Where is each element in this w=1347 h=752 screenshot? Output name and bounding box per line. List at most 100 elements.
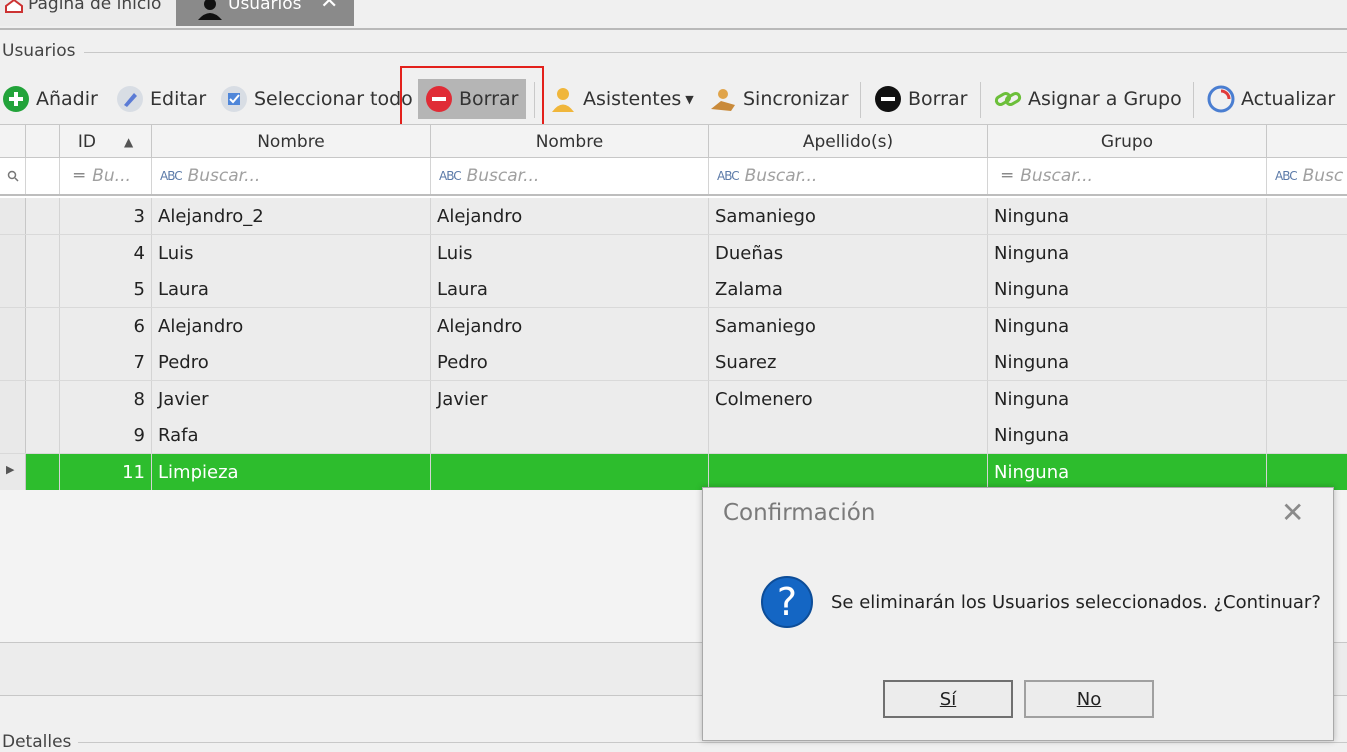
table-row[interactable]: 7 Pedro Pedro Suarez Ninguna (0, 344, 1347, 381)
tab-home[interactable]: Página de inicio (0, 0, 176, 26)
column-header-id[interactable]: ID ▲ (60, 125, 152, 159)
add-button[interactable]: Añadir (2, 76, 98, 122)
link-icon (994, 85, 1022, 113)
cell-grupo: Ninguna (988, 454, 1267, 490)
filter-grupo-input[interactable]: ═ Buscar... (988, 158, 1267, 194)
cell-extra (1267, 344, 1347, 380)
assistants-dropdown[interactable]: Asistentes ▼ (549, 76, 694, 122)
delete-black-button[interactable]: Borrar (874, 76, 967, 122)
annotation-highlight-box (400, 66, 544, 131)
filter-check-cell (26, 158, 60, 194)
add-icon (2, 85, 30, 113)
edit-label: Editar (150, 88, 207, 110)
column-grupo-label: Grupo (1100, 132, 1154, 152)
table-row[interactable]: 5 Laura Laura Zalama Ninguna (0, 271, 1347, 308)
cell-grupo: Ninguna (988, 381, 1267, 417)
cell-id: 8 (60, 381, 152, 417)
column-header-grupo[interactable]: Grupo (988, 125, 1267, 159)
row-indicator: ▶ (0, 454, 26, 490)
edit-icon (116, 85, 144, 113)
yes-button[interactable]: Sí (883, 680, 1013, 718)
column-apellidos-label: Apellido(s) (802, 132, 894, 152)
group-title: Usuarios (2, 41, 76, 61)
toolbar-separator (860, 82, 861, 118)
details-title: Detalles (2, 732, 72, 752)
column-header-extra[interactable] (1267, 125, 1347, 159)
cell-id: 6 (60, 308, 152, 344)
row-check-cell (26, 308, 60, 344)
table-row[interactable]: 9 Rafa Ninguna (0, 417, 1347, 454)
table-row[interactable]: 8 Javier Javier Colmenero Ninguna (0, 381, 1347, 418)
cell-apellidos: Suarez (709, 344, 988, 380)
assign-group-button[interactable]: Asignar a Grupo (994, 76, 1182, 122)
tab-bar: Página de inicio Usuarios ✕ (0, 0, 1347, 30)
filter-nombre-usuario-input[interactable]: ABC Buscar... (152, 158, 431, 194)
row-indicator (0, 308, 26, 344)
no-button[interactable]: No (1024, 680, 1154, 718)
cell-grupo: Ninguna (988, 271, 1267, 307)
cell-nombre-usuario: Alejandro_2 (152, 198, 431, 234)
sync-icon (709, 85, 737, 113)
tab-users-label: Usuarios (228, 0, 302, 14)
text-filter-icon: ABC (439, 169, 462, 183)
home-icon (4, 0, 24, 17)
column-header-nombre[interactable]: Nombre (431, 125, 709, 159)
cell-nombre: Laura (431, 271, 709, 307)
details-divider (78, 742, 1347, 743)
cell-extra (1267, 235, 1347, 271)
row-indicator (0, 198, 26, 234)
filter-extra-input[interactable]: ABC Busc (1267, 158, 1347, 194)
tab-users[interactable]: Usuarios ✕ (176, 0, 354, 26)
edit-button[interactable]: Editar (116, 76, 206, 122)
question-icon: ? (761, 576, 813, 628)
sync-button[interactable]: Sincronizar (709, 76, 849, 122)
cell-grupo: Ninguna (988, 344, 1267, 380)
table-row[interactable]: 3 Alejandro_2 Alejandro Samaniego Ningun… (0, 198, 1347, 235)
cell-id: 4 (60, 235, 152, 271)
row-indicator (0, 235, 26, 271)
cell-extra (1267, 271, 1347, 307)
column-header-nombre-usuario[interactable]: Nombre (152, 125, 431, 159)
row-indicator (0, 344, 26, 380)
search-icon (0, 158, 26, 194)
row-check-cell (26, 235, 60, 271)
cell-apellidos: Samaniego (709, 198, 988, 234)
row-check-cell (26, 271, 60, 307)
column-nombre-label: Nombre (535, 132, 604, 152)
text-filter-icon: ABC (160, 169, 183, 183)
toolbar: Añadir Editar Seleccionar todo Borrar As… (0, 76, 1347, 122)
cell-grupo: Ninguna (988, 198, 1267, 234)
filter-nombre-input[interactable]: ABC Buscar... (431, 158, 709, 194)
assistants-label: Asistentes (583, 88, 682, 110)
select-all-icon (220, 85, 248, 113)
row-check-cell (26, 344, 60, 380)
text-filter-icon: ABC (717, 169, 740, 183)
column-id-label: ID (77, 132, 96, 152)
table-row[interactable]: 4 Luis Luis Dueñas Ninguna (0, 235, 1347, 272)
cell-nombre (431, 454, 709, 490)
text-filter-icon: ABC (1275, 169, 1298, 183)
cell-extra (1267, 454, 1347, 490)
filter-id-input[interactable]: ═ Bu... (60, 158, 152, 194)
group-divider (84, 52, 1347, 53)
select-all-button[interactable]: Seleccionar todo (220, 76, 413, 122)
filter-apellidos-input[interactable]: ABC Buscar... (709, 158, 988, 194)
row-indicator (0, 271, 26, 307)
cell-id: 5 (60, 271, 152, 307)
column-header-apellidos[interactable]: Apellido(s) (709, 125, 988, 159)
table-row-selected[interactable]: ▶ 11 Limpieza Ninguna (0, 454, 1347, 491)
refresh-button[interactable]: Actualizar (1207, 76, 1335, 122)
cell-apellidos: Colmenero (709, 381, 988, 417)
cell-grupo: Ninguna (988, 235, 1267, 271)
cell-apellidos (709, 454, 988, 490)
row-check-cell (26, 381, 60, 417)
header-indicator-cell (0, 125, 26, 159)
cell-extra (1267, 381, 1347, 417)
close-icon[interactable]: ✕ (1281, 496, 1304, 529)
close-tab-icon[interactable]: ✕ (320, 0, 338, 13)
select-all-label: Seleccionar todo (254, 88, 413, 110)
cell-id: 11 (60, 454, 152, 490)
toolbar-separator (1193, 82, 1194, 118)
cell-extra (1267, 308, 1347, 344)
table-row[interactable]: 6 Alejandro Alejandro Samaniego Ninguna (0, 308, 1347, 345)
